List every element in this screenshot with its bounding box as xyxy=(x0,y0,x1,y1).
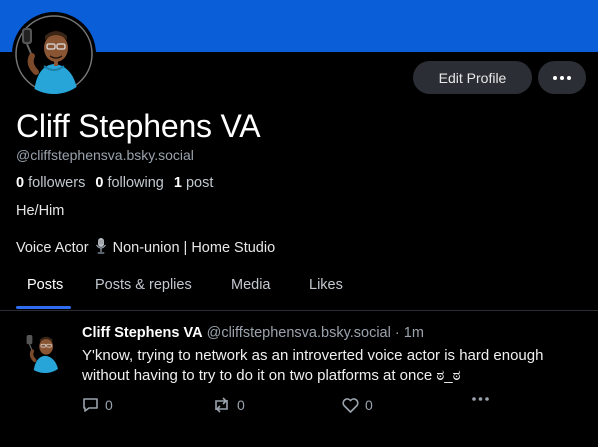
post-timestamp[interactable]: 1m xyxy=(404,325,424,341)
profile-avatar[interactable] xyxy=(12,12,96,96)
post-item[interactable]: Cliff Stephens VA @cliffstephensva.bsky.… xyxy=(0,311,598,447)
post-author-handle[interactable]: @cliffstephensva.bsky.social xyxy=(207,325,391,341)
ellipsis-icon xyxy=(553,75,571,80)
ellipsis-icon xyxy=(472,397,489,401)
post-more-button[interactable] xyxy=(472,397,489,401)
active-tab-indicator xyxy=(16,306,71,309)
reply-count: 0 xyxy=(105,397,113,413)
profile-display-name: Cliff Stephens VA xyxy=(16,108,261,144)
repost-count: 0 xyxy=(237,397,245,413)
tab-posts-and-replies[interactable]: Posts & replies xyxy=(95,277,192,293)
bio-text-start: Voice Actor xyxy=(16,240,89,256)
reply-icon xyxy=(83,398,98,412)
post-meta-separator: · xyxy=(394,325,400,341)
profile-stats: 0 followers 0 following 1 post xyxy=(16,175,213,191)
profile-handle: @cliffstephensva.bsky.social xyxy=(16,147,194,163)
microphone-icon xyxy=(95,238,107,258)
post-author-avatar[interactable] xyxy=(22,327,68,373)
repost-icon xyxy=(215,397,228,413)
heart-icon xyxy=(342,397,359,413)
followers-count: 0 xyxy=(16,175,25,191)
repost-button[interactable]: 0 xyxy=(212,397,245,413)
posts-count: 1 xyxy=(173,175,182,191)
post-actions: 0 0 0 xyxy=(82,397,502,415)
tab-posts[interactable]: Posts xyxy=(27,277,63,293)
reply-button[interactable]: 0 xyxy=(82,397,113,413)
edit-profile-button[interactable]: Edit Profile xyxy=(413,61,532,94)
posts-stat: 1 post xyxy=(174,175,214,191)
profile-tabs: Posts Posts & replies Media Likes xyxy=(0,268,598,310)
post-text: Y'know, trying to network as an introver… xyxy=(82,347,544,384)
following-count: 0 xyxy=(95,175,104,191)
followers-link[interactable]: 0 followers xyxy=(16,175,85,191)
post-author-name[interactable]: Cliff Stephens VA xyxy=(82,325,203,341)
followers-label: followers xyxy=(28,175,86,191)
more-options-button[interactable] xyxy=(538,61,586,94)
like-button[interactable]: 0 xyxy=(342,397,373,413)
avatar-illustration xyxy=(14,14,94,94)
profile-pronouns: He/Him xyxy=(16,203,65,219)
following-label: following xyxy=(107,175,164,191)
profile-bio: Voice Actor Non-union | Home Studio xyxy=(16,238,275,258)
post-header: Cliff Stephens VA @cliffstephensva.bsky.… xyxy=(82,325,424,341)
tab-likes[interactable]: Likes xyxy=(309,277,343,293)
avatar-illustration-small xyxy=(22,327,68,373)
following-link[interactable]: 0 following xyxy=(95,175,164,191)
bio-text-end: Non-union | Home Studio xyxy=(112,240,276,256)
like-count: 0 xyxy=(365,397,373,413)
tab-media[interactable]: Media xyxy=(231,277,271,293)
posts-label: post xyxy=(185,175,214,191)
